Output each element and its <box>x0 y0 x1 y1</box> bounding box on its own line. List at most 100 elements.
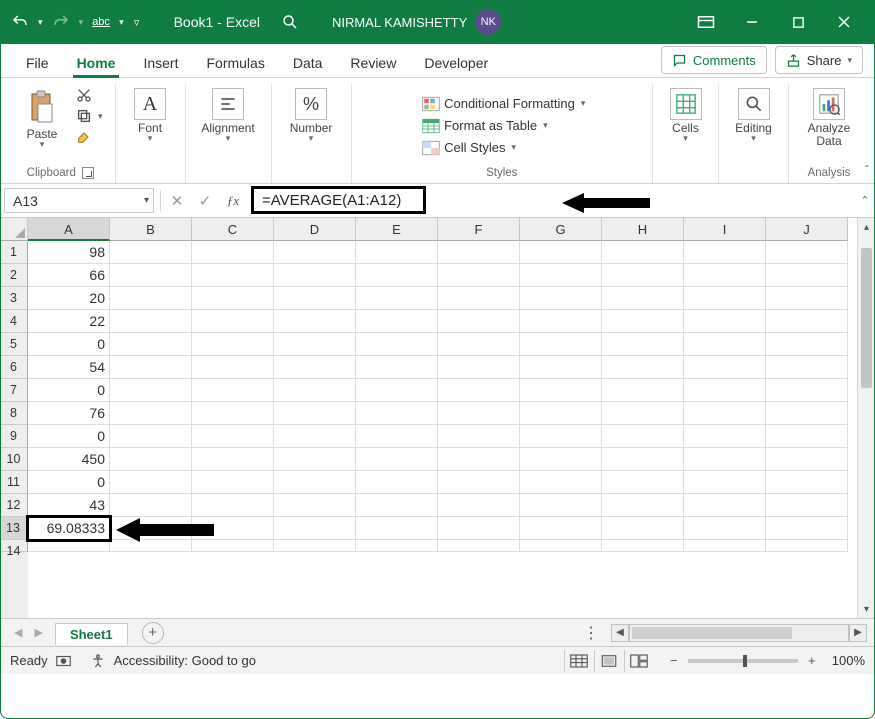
cells-area[interactable]: 98 66 20 22 0 54 0 76 0 450 0 43 69.0833… <box>28 241 848 618</box>
dialog-launcher-icon[interactable] <box>82 167 94 179</box>
select-all-button[interactable] <box>0 218 28 241</box>
tab-formulas[interactable]: Formulas <box>192 49 278 77</box>
tab-insert[interactable]: Insert <box>129 49 192 77</box>
cell-A10[interactable]: 450 <box>28 448 110 471</box>
cell-H1[interactable] <box>602 241 684 264</box>
row-header-6[interactable]: 6 <box>0 356 28 379</box>
comments-button[interactable]: Comments <box>661 46 767 74</box>
tab-developer[interactable]: Developer <box>410 49 502 77</box>
expand-formula-bar-button[interactable]: ⌃ <box>855 184 875 217</box>
conditional-formatting-button[interactable]: Conditional Formatting▾ <box>420 95 587 113</box>
cell-A11[interactable]: 0 <box>28 471 110 494</box>
tab-review[interactable]: Review <box>336 49 410 77</box>
cell-A3[interactable]: 20 <box>28 287 110 310</box>
macro-record-icon[interactable] <box>56 654 74 668</box>
accessibility-icon[interactable] <box>90 653 106 669</box>
cell-A8[interactable]: 76 <box>28 402 110 425</box>
user-avatar[interactable]: NK <box>475 9 501 35</box>
row-header-1[interactable]: 1 <box>0 241 28 264</box>
sheet-nav-prev[interactable]: ◀ <box>8 626 28 639</box>
ribbon-display-options-button[interactable] <box>683 0 729 44</box>
format-as-table-button[interactable]: Format as Table▾ <box>420 117 550 135</box>
cell-G1[interactable] <box>520 241 602 264</box>
formula-input[interactable]: =AVERAGE(A1:A12) <box>251 186 426 214</box>
row-header-2[interactable]: 2 <box>0 264 28 287</box>
search-button[interactable] <box>278 10 302 34</box>
horizontal-scrollbar[interactable]: ◀ ▶ <box>611 624 867 642</box>
scroll-up-button[interactable]: ▴ <box>858 218 875 236</box>
zoom-percent[interactable]: 100% <box>832 653 865 668</box>
col-header-G[interactable]: G <box>520 218 602 241</box>
row-header-14[interactable]: 14 <box>0 540 28 552</box>
normal-view-button[interactable] <box>564 650 594 672</box>
close-button[interactable] <box>821 0 867 44</box>
cells-button[interactable]: Cells ▾ <box>660 86 712 143</box>
cell-F1[interactable] <box>438 241 520 264</box>
vertical-scrollbar[interactable]: ▴ ▾ <box>857 218 875 618</box>
cell-A9[interactable]: 0 <box>28 425 110 448</box>
row-header-8[interactable]: 8 <box>0 402 28 425</box>
name-box[interactable]: A13 ▾ <box>4 188 154 213</box>
cell-A5[interactable]: 0 <box>28 333 110 356</box>
zoom-control[interactable]: − + 100% <box>666 653 865 668</box>
row-header-10[interactable]: 10 <box>0 448 28 471</box>
format-painter-button[interactable] <box>74 128 105 146</box>
row-header-11[interactable]: 11 <box>0 471 28 494</box>
scroll-down-button[interactable]: ▾ <box>858 600 875 618</box>
zoom-slider[interactable] <box>688 659 798 663</box>
new-sheet-button[interactable]: + <box>142 622 164 644</box>
analyze-data-button[interactable]: Analyze Data <box>799 86 859 150</box>
cell-styles-button[interactable]: Cell Styles▾ <box>420 139 518 157</box>
tab-file[interactable]: File <box>12 49 63 77</box>
alignment-button[interactable]: Alignment ▾ <box>197 86 258 143</box>
scroll-thumb[interactable] <box>632 627 792 639</box>
sheet-nav-next[interactable]: ▶ <box>28 626 48 639</box>
cell-A2[interactable]: 66 <box>28 264 110 287</box>
sheet-tab[interactable]: Sheet1 <box>55 623 128 645</box>
row-header-5[interactable]: 5 <box>0 333 28 356</box>
dropdown-icon[interactable]: ▾ <box>38 17 43 28</box>
cell-I1[interactable] <box>684 241 766 264</box>
scroll-left-button[interactable]: ◀ <box>611 624 629 642</box>
page-layout-view-button[interactable] <box>594 650 624 672</box>
scroll-right-button[interactable]: ▶ <box>849 624 867 642</box>
qat-customize-button[interactable]: ▿ <box>130 10 144 34</box>
dropdown-icon[interactable]: ▾ <box>119 17 124 28</box>
cell-E1[interactable] <box>356 241 438 264</box>
cell-D1[interactable] <box>274 241 356 264</box>
cell-A14[interactable] <box>28 540 110 552</box>
row-header-7[interactable]: 7 <box>0 379 28 402</box>
zoom-out-button[interactable]: − <box>666 653 682 668</box>
paste-button[interactable]: Paste ▾ <box>16 86 68 149</box>
cell-A13[interactable]: 69.08333 <box>28 517 110 540</box>
collapse-ribbon-button[interactable]: ˆ <box>865 163 869 177</box>
number-button[interactable]: % Number ▾ <box>285 86 337 143</box>
cut-button[interactable] <box>74 86 105 104</box>
cell-C1[interactable] <box>192 241 274 264</box>
row-header-13[interactable]: 13 <box>0 517 28 540</box>
page-break-view-button[interactable] <box>624 650 654 672</box>
cell-J1[interactable] <box>766 241 848 264</box>
col-header-C[interactable]: C <box>192 218 274 241</box>
minimize-button[interactable] <box>729 0 775 44</box>
tab-home[interactable]: Home <box>63 49 130 77</box>
col-header-A[interactable]: A <box>28 218 110 241</box>
col-header-E[interactable]: E <box>356 218 438 241</box>
scroll-thumb[interactable] <box>861 248 872 388</box>
row-header-9[interactable]: 9 <box>0 425 28 448</box>
maximize-button[interactable] <box>775 0 821 44</box>
col-header-B[interactable]: B <box>110 218 192 241</box>
row-header-4[interactable]: 4 <box>0 310 28 333</box>
chevron-down-icon[interactable]: ▾ <box>144 195 149 206</box>
cell-A12[interactable]: 43 <box>28 494 110 517</box>
row-header-12[interactable]: 12 <box>0 494 28 517</box>
share-button[interactable]: Share ▾ <box>775 46 863 74</box>
insert-function-button[interactable]: ƒx <box>219 188 247 214</box>
zoom-in-button[interactable]: + <box>804 653 820 668</box>
font-button[interactable]: A Font ▾ <box>124 86 176 143</box>
cell-A7[interactable]: 0 <box>28 379 110 402</box>
cell-B1[interactable] <box>110 241 192 264</box>
cancel-formula-button[interactable]: ✕ <box>163 188 191 214</box>
sheet-tab-options[interactable]: ⋮ <box>583 623 611 643</box>
cell-A1[interactable]: 98 <box>28 241 110 264</box>
